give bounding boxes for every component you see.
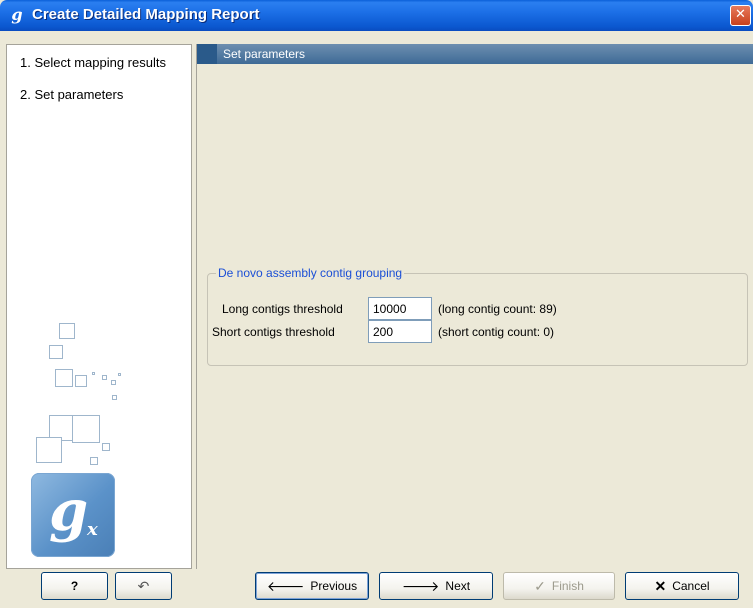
dialog-window: g Create Detailed Mapping Report ✕ 1. Se… — [0, 0, 753, 608]
short-contig-count: (short contig count: 0) — [438, 325, 555, 339]
short-contigs-label: Short contigs threshold — [212, 325, 335, 339]
reset-button[interactable]: ↶ — [115, 572, 172, 600]
help-button[interactable]: ? — [41, 572, 108, 600]
logo-letter: g — [49, 478, 89, 544]
finish-button[interactable]: ✓ Finish — [503, 572, 615, 600]
steps-panel: 1. Select mapping results 2. Set paramet… — [6, 44, 192, 569]
arrow-right-icon: 🡒 — [401, 578, 440, 594]
next-button[interactable]: 🡒 Next — [379, 572, 493, 600]
decoration-square — [75, 375, 87, 387]
decoration-square — [90, 457, 98, 465]
x-icon: ✕ — [654, 578, 667, 594]
decoration-square — [92, 372, 95, 375]
app-icon: g — [11, 5, 23, 24]
section-header-accent — [197, 44, 217, 64]
decoration-square — [118, 373, 121, 376]
decoration-square — [49, 345, 63, 359]
logo-subscript: x — [87, 519, 98, 540]
close-button[interactable]: ✕ — [730, 5, 751, 26]
decoration-square — [72, 415, 100, 443]
decoration-square — [102, 375, 107, 380]
content-panel: Set parameters De novo assembly contig g… — [196, 44, 753, 569]
long-contigs-label: Long contigs threshold — [222, 302, 343, 316]
window-title: Create Detailed Mapping Report — [32, 6, 260, 23]
section-header: Set parameters — [197, 44, 753, 64]
previous-button[interactable]: 🡐 Previous — [255, 572, 369, 600]
decoration-square — [36, 437, 62, 463]
decoration-square — [59, 323, 75, 339]
step-select-mapping-results[interactable]: 1. Select mapping results — [20, 55, 166, 70]
finish-label: Finish — [551, 579, 584, 593]
next-label: Next — [445, 579, 471, 593]
previous-label: Previous — [310, 579, 358, 593]
decoration-square — [111, 380, 116, 385]
cancel-button[interactable]: ✕ Cancel — [625, 572, 739, 600]
contig-grouping-group: De novo assembly contig grouping Long co… — [207, 266, 748, 366]
checkmark-icon: ✓ — [534, 578, 546, 594]
reset-icon: ↶ — [137, 578, 150, 594]
help-label: ? — [70, 579, 79, 593]
long-contig-count: (long contig count: 89) — [438, 302, 557, 316]
section-title: Set parameters — [223, 47, 306, 61]
short-contigs-threshold-input[interactable] — [368, 320, 432, 343]
long-contigs-threshold-input[interactable] — [368, 297, 432, 320]
group-legend: De novo assembly contig grouping — [216, 266, 405, 280]
decoration-square — [102, 443, 110, 451]
app-logo: g x — [31, 473, 115, 557]
title-bar: g Create Detailed Mapping Report ✕ — [0, 0, 753, 31]
decoration-square — [55, 369, 73, 387]
cancel-label: Cancel — [672, 579, 710, 593]
arrow-left-icon: 🡐 — [266, 578, 305, 594]
decoration-square — [112, 395, 117, 400]
step-set-parameters[interactable]: 2. Set parameters — [20, 87, 123, 102]
